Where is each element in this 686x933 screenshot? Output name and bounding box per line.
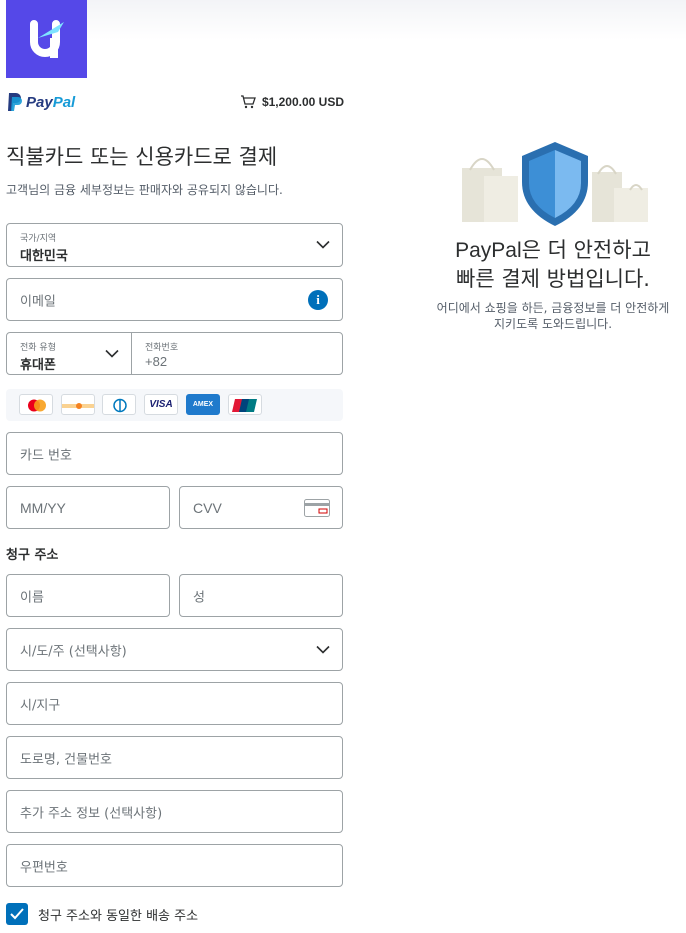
country-value: 대한민국	[20, 249, 68, 264]
country-label: 국가/지역	[20, 234, 57, 244]
diners-club-icon	[102, 394, 136, 415]
cvv-placeholder: CVV	[193, 499, 222, 516]
paypal-logo: PayPal	[6, 92, 75, 112]
cvv-card-icon	[304, 499, 330, 517]
city-placeholder: 시/지구	[20, 698, 61, 713]
order-total-amount: $1,200.00 USD	[261, 95, 344, 109]
security-title: PayPal은 더 안전하고 빠른 결제 방법입니다.	[420, 236, 686, 294]
phone-type-label: 전화 유형	[20, 343, 56, 353]
u-logo-icon	[29, 20, 64, 58]
street-field[interactable]: 도로명, 건물번호	[6, 736, 343, 779]
cvv-field[interactable]: CVV	[179, 486, 343, 529]
phone-number-label: 전화번호	[145, 343, 179, 353]
country-select[interactable]: 국가/지역 대한민국	[6, 223, 343, 267]
order-total[interactable]: $1,200.00 USD	[240, 95, 344, 109]
paypal-logo-text-pal: Pal	[52, 93, 76, 111]
extra-address-field[interactable]: 추가 주소 정보 (선택사항)	[6, 790, 343, 833]
state-select[interactable]: 시/도/주 (선택사항)	[6, 628, 343, 671]
expiry-field[interactable]: MM/YY	[6, 486, 170, 529]
postal-code-field[interactable]: 우편번호	[6, 844, 343, 887]
checkmark-icon	[10, 908, 24, 920]
first-name-field[interactable]: 이름	[6, 574, 170, 617]
paypal-p-icon	[8, 93, 22, 111]
postal-code-placeholder: 우편번호	[20, 860, 68, 875]
phone-number-field[interactable]: 전화번호 +82	[131, 332, 343, 375]
shield-shopping-bags-icon	[462, 142, 648, 226]
merchant-logo	[6, 0, 87, 78]
visa-icon: VISA	[144, 394, 178, 415]
expiry-placeholder: MM/YY	[20, 499, 66, 516]
billing-address-heading: 청구 주소	[6, 548, 59, 563]
security-description: 어디에서 쇼핑을 하든, 금융정보를 더 안전하게 지키도록 도와드립니다.	[436, 301, 670, 331]
paypal-logo-text-pay: Pay	[26, 93, 53, 111]
extra-address-placeholder: 추가 주소 정보 (선택사항)	[20, 806, 163, 821]
email-field[interactable]: 이메일 i	[6, 278, 343, 321]
security-title-brand: PayPal	[455, 239, 522, 262]
security-title-line2: 빠른 결제 방법입니다.	[456, 267, 650, 291]
discover-icon	[61, 394, 95, 415]
phone-number-value: +82	[145, 354, 168, 369]
security-title-line1: 은 더 안전하고	[521, 238, 651, 262]
cart-icon	[240, 95, 256, 109]
state-placeholder: 시/도/주 (선택사항)	[20, 644, 127, 659]
unionpay-icon	[228, 394, 262, 415]
phone-type-value: 휴대폰	[20, 358, 56, 373]
chevron-down-icon	[316, 240, 330, 249]
email-placeholder: 이메일	[20, 294, 56, 309]
last-name-field[interactable]: 성	[179, 574, 343, 617]
first-name-placeholder: 이름	[20, 590, 44, 605]
same-shipping-checkbox[interactable]	[6, 903, 28, 925]
info-icon[interactable]: i	[308, 289, 328, 310]
chevron-down-icon	[105, 349, 119, 358]
street-placeholder: 도로명, 건물번호	[20, 752, 112, 767]
header-band	[87, 0, 686, 40]
city-field[interactable]: 시/지구	[6, 682, 343, 725]
phone-type-select[interactable]: 전화 유형 휴대폰	[6, 332, 132, 375]
card-number-placeholder: 카드 번호	[20, 448, 72, 463]
page-subtitle: 고객님의 금융 세부정보는 판매자와 공유되지 않습니다.	[6, 183, 283, 197]
same-shipping-label[interactable]: 청구 주소와 동일한 배송 주소	[38, 905, 198, 924]
accepted-cards: VISA AMEX	[6, 389, 343, 421]
paypal-header: PayPal $1,200.00 USD	[6, 92, 344, 116]
amex-icon: AMEX	[186, 394, 220, 415]
mastercard-icon	[19, 394, 53, 415]
chevron-down-icon	[316, 645, 330, 654]
last-name-placeholder: 성	[193, 590, 205, 605]
page-title: 직불카드 또는 신용카드로 결제	[6, 145, 278, 169]
card-number-field[interactable]: 카드 번호	[6, 432, 343, 475]
